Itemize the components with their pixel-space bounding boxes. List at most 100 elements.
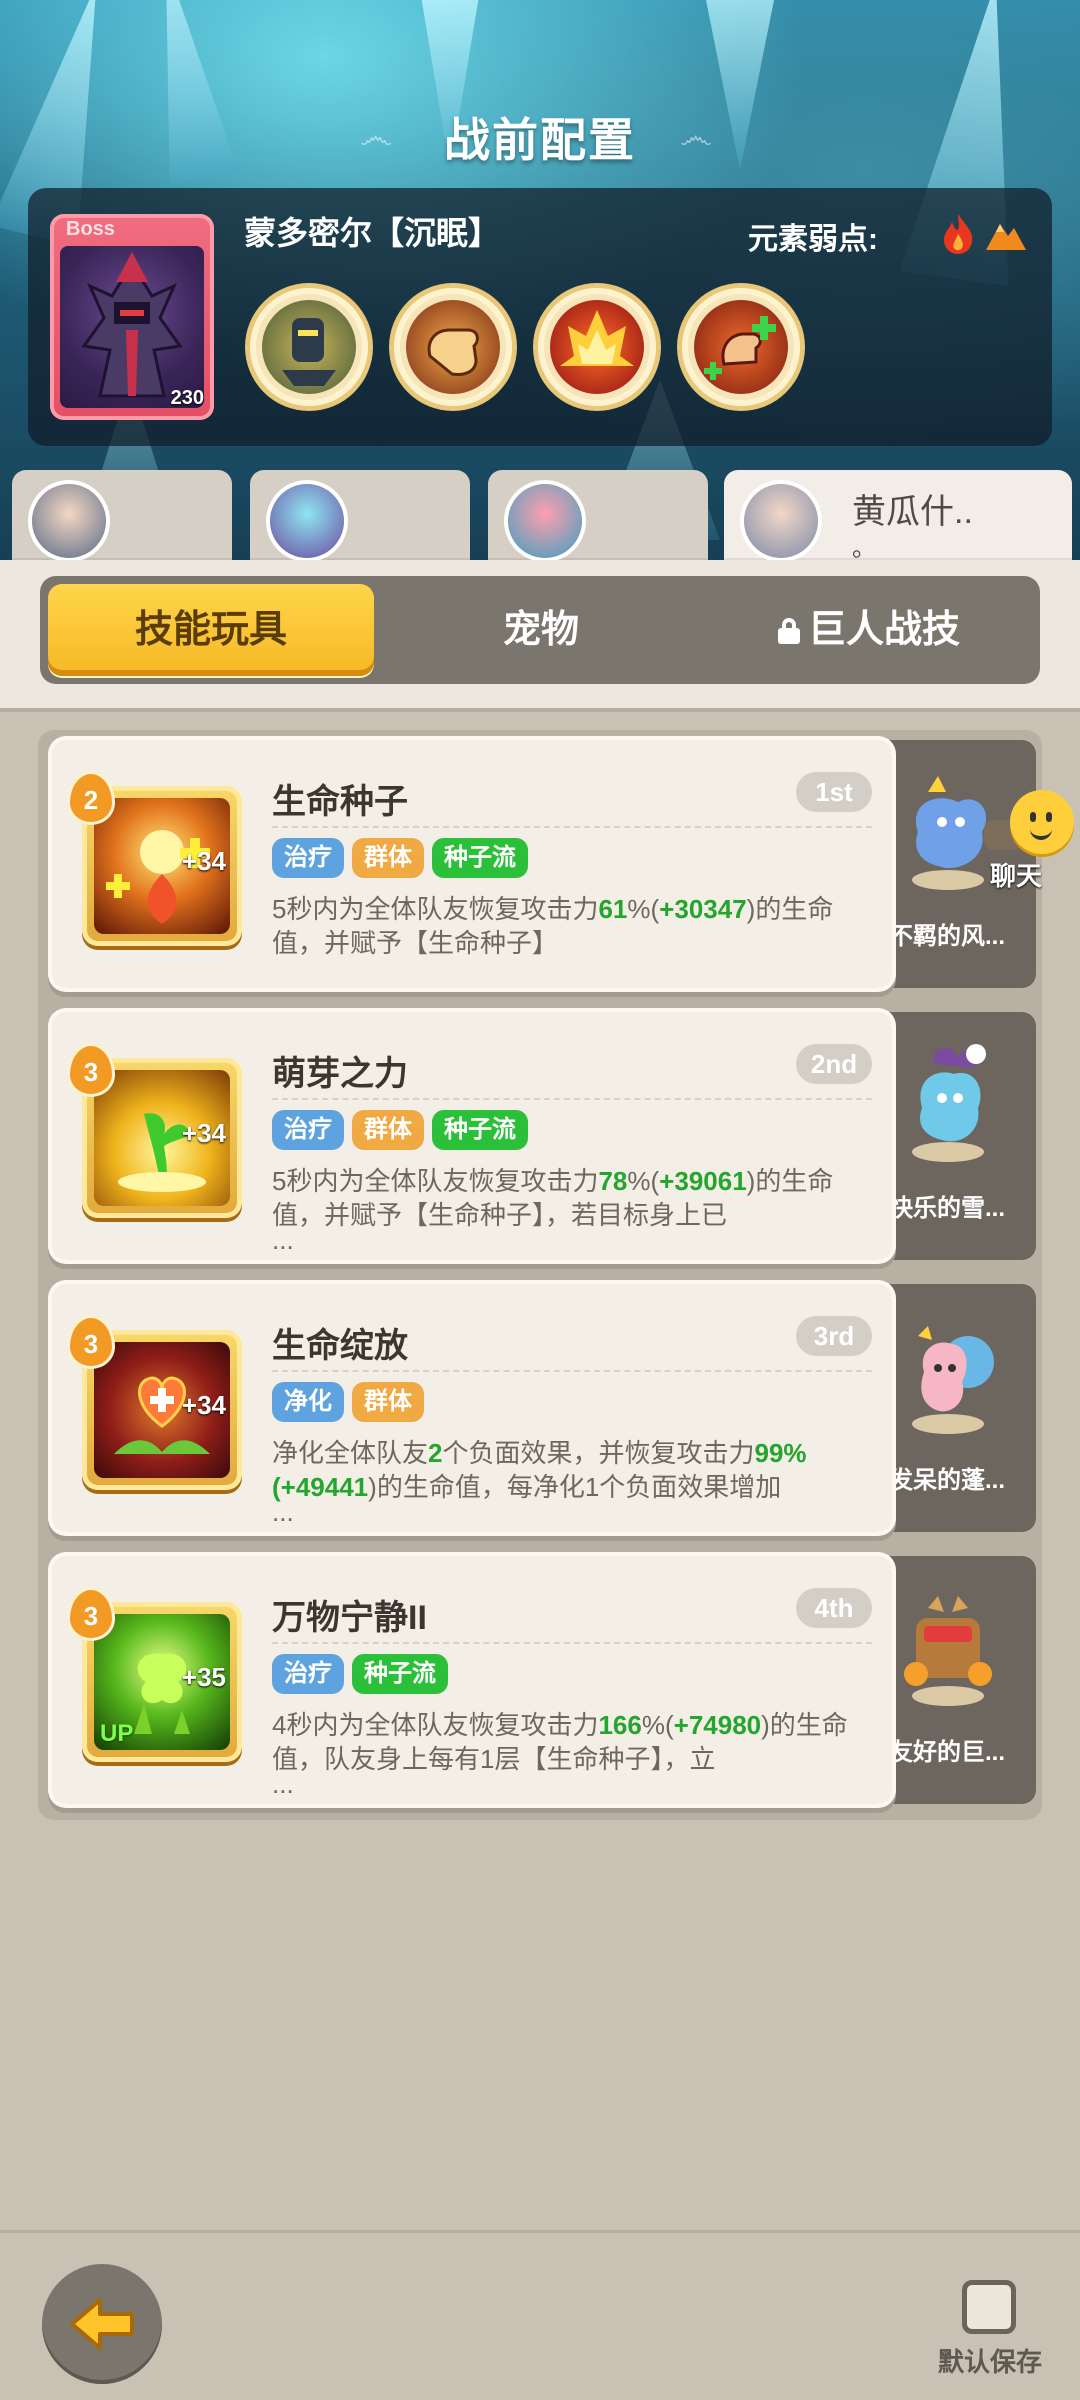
desc-value: +39061 bbox=[659, 1166, 747, 1196]
team-slot-4-active[interactable]: 黄瓜什.. 。 bbox=[724, 470, 1072, 562]
skill-bonus-level: +34 bbox=[181, 1390, 226, 1420]
boss-skill-1[interactable] bbox=[250, 288, 368, 406]
team-avatar bbox=[32, 484, 106, 558]
desc-part-a: 5秒内为全体队友恢复攻击力 bbox=[272, 1166, 599, 1196]
tag-seed: 种子流 bbox=[352, 1654, 448, 1694]
desc-percent: 61 bbox=[598, 894, 628, 924]
desc-part-a: 净化全体队友 bbox=[272, 1438, 429, 1468]
desc-part-a: 5秒内为全体队友恢复攻击力 bbox=[272, 894, 599, 924]
figure-skill-icon bbox=[262, 300, 356, 394]
divider bbox=[272, 1370, 872, 1372]
divider bbox=[272, 1098, 872, 1100]
skill-level-badge: 3 bbox=[70, 1318, 112, 1366]
boss-avatar-image bbox=[60, 246, 204, 408]
chat-button[interactable] bbox=[1010, 790, 1074, 854]
skill-rank-badge: 1st bbox=[796, 772, 872, 812]
smiley-mouth bbox=[1030, 826, 1052, 840]
tab-skill-toys[interactable]: 技能玩具 bbox=[48, 584, 374, 676]
tag-group: 群体 bbox=[352, 1110, 424, 1150]
team-slot-3[interactable] bbox=[488, 470, 708, 560]
skill-description: 5秒内为全体队友恢复攻击力61%(+30347)的生命值，并赋予【生命种子】 bbox=[272, 892, 872, 960]
skill-title: 萌芽之力 bbox=[272, 1055, 408, 1093]
boss-portrait[interactable]: Boss 230 bbox=[50, 214, 214, 420]
skill-level-badge: 3 bbox=[70, 1590, 112, 1638]
team-slot-1[interactable] bbox=[12, 470, 232, 560]
skill-card-1[interactable]: +34 2 生命种子 1st 治疗 群体 种子流 5秒内为全体队友恢复攻击力61… bbox=[52, 740, 892, 988]
skill-title: 万物宁静II bbox=[272, 1599, 427, 1637]
skill-bonus-level: +34 bbox=[181, 1118, 226, 1148]
skill-config-panel: 技能玩具 宠物 巨人战技 不羁的风... +34 2 生命种子 1st 治疗 群… bbox=[0, 560, 1080, 2230]
skill-level-badge: 3 bbox=[70, 1046, 112, 1094]
desc-percent: 166 bbox=[598, 1710, 642, 1740]
tab-bar: 技能玩具 宠物 巨人战技 bbox=[40, 576, 1040, 684]
skill-card-2[interactable]: +34 3 萌芽之力 2nd 治疗 群体 种子流 5秒内为全体队友恢复攻击力78… bbox=[52, 1012, 892, 1260]
fluffy-sheep-pet-icon bbox=[912, 1326, 994, 1434]
default-save-checkbox[interactable] bbox=[962, 2280, 1016, 2334]
skill-card-4[interactable]: +35 UP 3 万物宁静II 4th 治疗 种子流 4秒内为全体队友恢复攻击力… bbox=[52, 1556, 892, 1804]
boss-skill-3[interactable] bbox=[538, 288, 656, 406]
skill-title: 生命绽放 bbox=[272, 1327, 408, 1365]
tab-bar-container: 技能玩具 宠物 巨人战技 bbox=[0, 560, 1080, 708]
snow-creature-pet-icon bbox=[912, 1044, 986, 1162]
divider bbox=[272, 1642, 872, 1644]
desc-value: +74980 bbox=[673, 1710, 762, 1740]
boss-tag: Boss bbox=[66, 218, 115, 240]
element-weakness-label: 元素弱点: bbox=[748, 223, 878, 256]
tag-heal: 治疗 bbox=[272, 1654, 344, 1694]
default-save-label: 默认保存 bbox=[937, 2347, 1042, 2377]
desc-ellipsis: ... bbox=[272, 1769, 294, 1799]
skill-list: 不羁的风... +34 2 生命种子 1st 治疗 群体 种子流 5秒内为全体队… bbox=[38, 730, 1042, 1820]
team-member-name: 黄瓜什.. bbox=[852, 493, 973, 531]
friendly-giant-pet-icon bbox=[904, 1596, 992, 1706]
boss-info-panel: Boss 230 蒙多密尔【沉眠】 元素弱点: bbox=[28, 188, 1052, 446]
back-arrow-icon bbox=[70, 2298, 134, 2350]
fist-skill-icon bbox=[406, 300, 500, 394]
desc-part-c: )的生命值，每净化1个负面效果增加 bbox=[368, 1472, 782, 1502]
skill-title: 生命种子 bbox=[272, 783, 408, 821]
boss-name: 蒙多密尔【沉眠】 bbox=[244, 215, 501, 251]
tab-giant-skills[interactable]: 巨人战技 bbox=[706, 584, 1032, 676]
tag-group: 群体 bbox=[352, 838, 424, 878]
skill-rank-badge: 4th bbox=[796, 1588, 872, 1628]
boss-skill-4[interactable] bbox=[682, 288, 800, 406]
tag-group: 群体 bbox=[352, 1382, 424, 1422]
team-member-subtitle: 。 bbox=[852, 535, 876, 562]
desc-part-b: %( bbox=[627, 1166, 660, 1196]
tag-heal: 治疗 bbox=[272, 1110, 344, 1150]
wind-dragon-pet-icon bbox=[912, 776, 987, 890]
desc-part-b: 个负面效果，并恢复攻击力 bbox=[442, 1438, 755, 1468]
skill-bonus-level: +35 bbox=[181, 1662, 226, 1692]
desc-percent: 2 bbox=[428, 1438, 443, 1468]
desc-part-a: 4秒内为全体队友恢复攻击力 bbox=[272, 1710, 599, 1740]
desc-ellipsis: ... bbox=[272, 1497, 294, 1527]
team-slot-2[interactable] bbox=[250, 470, 470, 560]
team-avatar bbox=[744, 484, 818, 558]
bottom-bar: 默认保存 bbox=[0, 2230, 1080, 2400]
boss-level: 230 bbox=[170, 387, 204, 409]
fire-icon bbox=[944, 214, 973, 254]
team-avatar bbox=[508, 484, 582, 558]
page-title: 战前配置 bbox=[444, 114, 636, 166]
heal-hand-skill-icon bbox=[694, 300, 788, 394]
tag-purify: 净化 bbox=[272, 1382, 344, 1422]
chat-label: 聊天 bbox=[990, 861, 1043, 891]
desc-ellipsis: ... bbox=[272, 1225, 294, 1255]
skill-bonus-level: +34 bbox=[181, 846, 226, 876]
lock-icon bbox=[777, 618, 800, 644]
tab-giant-skills-label: 巨人战技 bbox=[807, 609, 960, 651]
skill-rank-badge: 2nd bbox=[796, 1044, 872, 1084]
skill-description: 5秒内为全体队友恢复攻击力78%(+39061)的生命值，并赋予【生命种子】，若… bbox=[272, 1164, 872, 1255]
desc-value: +30347 bbox=[659, 894, 747, 924]
tag-heal: 治疗 bbox=[272, 838, 344, 878]
boss-skill-2[interactable] bbox=[394, 288, 512, 406]
desc-part-b: %( bbox=[627, 894, 660, 924]
desc-percent: 78 bbox=[598, 1166, 628, 1196]
desc-part-b: %( bbox=[641, 1710, 674, 1740]
back-button[interactable] bbox=[42, 2264, 162, 2384]
tag-seed: 种子流 bbox=[432, 1110, 528, 1150]
tab-pets[interactable]: 宠物 bbox=[378, 584, 704, 676]
team-avatar bbox=[270, 484, 344, 558]
skill-description: 净化全体队友2个负面效果，并恢复攻击力99%(+49441)的生命值，每净化1个… bbox=[272, 1436, 872, 1527]
mountain-icon bbox=[986, 224, 1026, 250]
skill-card-3[interactable]: +34 3 生命绽放 3rd 净化 群体 净化全体队友2个负面效果，并恢复攻击力… bbox=[52, 1284, 892, 1532]
